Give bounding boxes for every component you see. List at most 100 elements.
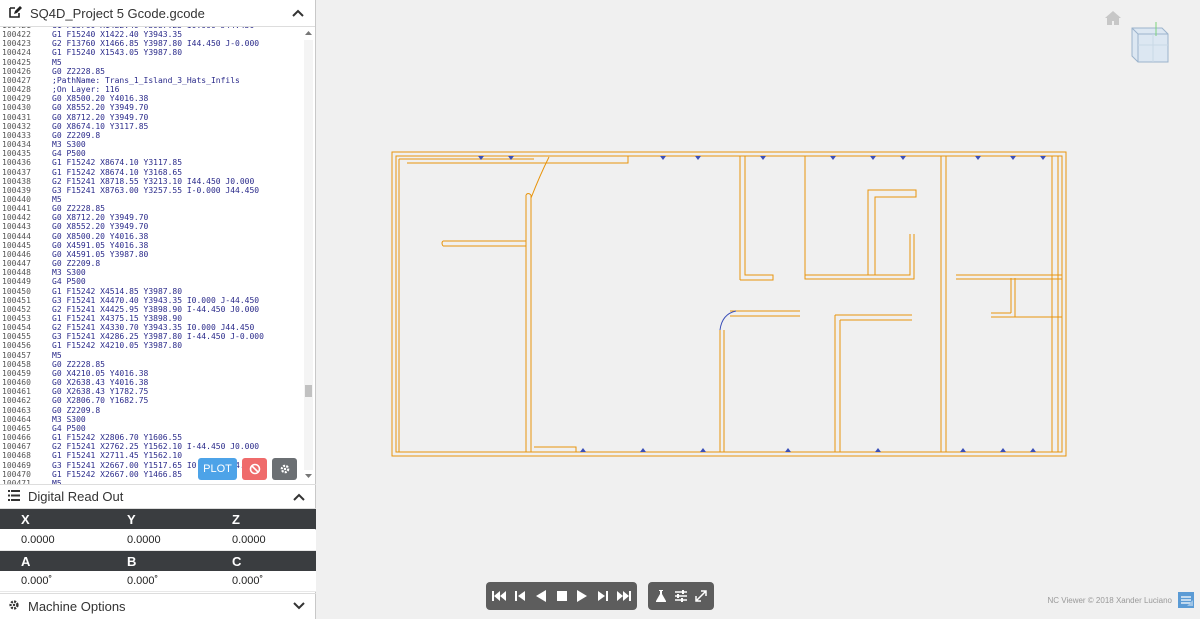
gcode-line[interactable]: 100457 M5 [0,351,300,360]
editor-scrollbar[interactable] [304,30,313,480]
gcode-line[interactable]: 100465 G4 P500 [0,424,300,433]
line-number: 100446 [2,249,31,259]
gcode-editor[interactable]: 100421G1 F13760 X1422.40 Y3987.25 I0.000… [0,27,316,484]
document-icon[interactable] [1178,592,1194,613]
line-code: G0 X8500.20 Y4016.38 [52,94,149,104]
chevron-up-icon[interactable] [290,488,308,506]
gcode-line[interactable]: 100437 G1 F15242 X8674.10 Y3168.65 [0,168,300,177]
dro-title: Digital Read Out [28,489,124,504]
scrollbar-thumb[interactable] [305,385,312,397]
gcode-line[interactable]: 100452 G2 F15241 X4425.95 Y3898.90 I-44.4… [0,305,300,314]
line-number: 100467 [2,442,31,452]
expand-icon[interactable] [691,585,711,607]
axis-label-z: Z [232,511,240,527]
line-code: G0 X4591.05 Y4016.38 [52,240,149,250]
gcode-line[interactable]: 100429 G0 X8500.20 Y4016.38 [0,94,300,103]
line-code: G2 F15241 X4425.95 Y3898.90 I-44.450 J0.… [52,304,260,314]
gcode-line[interactable]: 100455 G3 F15241 X4286.25 Y3987.80 I-44.4… [0,332,300,341]
gcode-line[interactable]: 100434 M3 S300 [0,140,300,149]
gcode-line[interactable]: 100430 G0 X8552.20 Y3949.70 [0,103,300,112]
gcode-line[interactable]: 100426 G0 Z2228.85 [0,67,300,76]
skip-end-icon[interactable] [613,585,634,607]
sliders-icon[interactable] [671,585,691,607]
stop-icon[interactable] [551,585,572,607]
gcode-line[interactable]: 100438 G2 F15241 X8718.55 Y3213.10 I44.45… [0,177,300,186]
line-number: 100440 [2,194,31,204]
gcode-line[interactable]: 100443 G0 X8552.20 Y3949.70 [0,222,300,231]
gcode-line[interactable]: 100425 M5 [0,58,300,67]
gcode-line[interactable]: 100445 G0 X4591.05 Y4016.38 [0,241,300,250]
gcode-line[interactable]: 100444 G0 X8500.20 Y4016.38 [0,232,300,241]
gcode-line[interactable]: 100458 G0 Z2228.85 [0,360,300,369]
gcode-line[interactable]: 100441 G0 Z2228.85 [0,204,300,213]
gcode-line[interactable]: 100423 G2 F13760 X1466.85 Y3987.80 I44.45… [0,39,300,48]
dro-axis-header-abc: A B C [0,551,316,571]
toolpath-viewer[interactable]: NC Viewer © 2018 Xander Luciano [316,0,1200,619]
play-icon[interactable] [572,585,593,607]
gcode-line[interactable]: 100460 G0 X2638.43 Y4016.38 [0,378,300,387]
line-code: G0 X2638.43 Y1782.75 [52,387,149,397]
gcode-line[interactable]: 100432 G0 X8674.10 Y3117.85 [0,122,300,131]
gcode-line[interactable]: 100428 ;On Layer: 116 [0,85,300,94]
home-icon[interactable] [1104,10,1122,31]
gcode-line[interactable]: 100442 G0 X8712.20 Y3949.70 [0,213,300,222]
stop-button[interactable] [242,458,267,480]
gcode-line[interactable]: 100436 G1 F15242 X8674.10 Y3117.85 [0,158,300,167]
machine-options-header[interactable]: Machine Options [0,594,316,618]
gcode-line[interactable]: 100447 G0 Z2209.8 [0,259,300,268]
line-number: 100437 [2,167,31,177]
gcode-line[interactable]: 100424 G1 F15240 X1543.05 Y3987.80 [0,48,300,57]
flask-icon[interactable] [651,585,671,607]
gcode-line[interactable]: 100463 G0 Z2209.8 [0,406,300,415]
chevron-up-icon[interactable] [289,4,307,22]
dro-header[interactable]: Digital Read Out [0,484,316,509]
tools-toolbar [648,582,714,610]
dro-values-abc: 0.000˚ 0.000˚ 0.000˚ [0,571,316,592]
gcode-line[interactable]: 100453 G1 F15241 X4375.15 Y3898.90 [0,314,300,323]
gcode-line[interactable]: 100454 G2 F15241 X4330.70 Y3943.35 I0.000… [0,323,300,332]
machine-options-section: Machine Options [0,593,316,618]
gcode-line[interactable]: 100449 G4 P500 [0,277,300,286]
gcode-line[interactable]: 100461 G0 X2638.43 Y1782.75 [0,387,300,396]
line-code: G0 X8500.20 Y4016.38 [52,231,149,241]
line-code: G2 F15241 X2762.25 Y1562.10 I-44.450 J0.… [52,442,260,452]
dro-values-xyz: 0.0000 0.0000 0.0000 [0,530,316,551]
gcode-line[interactable]: 100451 G3 F15241 X4470.40 Y3943.35 I0.000… [0,296,300,305]
gcode-line[interactable]: 100456 G1 F15242 X4210.05 Y3987.80 [0,341,300,350]
gcode-line[interactable]: 100464 M3 S300 [0,415,300,424]
file-panel-header[interactable]: SQ4D_Project 5 Gcode.gcode [0,0,315,27]
play-reverse-icon[interactable] [530,585,551,607]
gear-icon [280,464,289,474]
gcode-line[interactable]: 100459 G0 X4210.05 Y4016.38 [0,369,300,378]
line-code: G4 P500 [52,277,86,287]
gcode-line[interactable]: 100435 G4 P500 [0,149,300,158]
line-code: G2 F13760 X1466.85 Y3987.80 I44.450 J-0.… [52,39,260,49]
skip-start-icon[interactable] [489,585,510,607]
line-code: G3 F15241 X8763.00 Y3257.55 I-0.000 J44.… [52,185,260,195]
settings-button[interactable] [272,458,297,480]
step-back-icon[interactable] [510,585,531,607]
line-number: 100454 [2,323,31,333]
gcode-line[interactable]: 100448 M3 S300 [0,268,300,277]
gcode-line[interactable]: 100422 G1 F15240 X1422.40 Y3943.35 [0,30,300,39]
toolpath-canvas[interactable] [316,0,1200,619]
gcode-line[interactable]: 100427 ;PathName: Trans_1_Island_3_Hats_I… [0,76,300,85]
line-number: 100469 [2,460,31,470]
gcode-line[interactable]: 100431 G0 X8712.20 Y3949.70 [0,113,300,122]
chevron-down-icon[interactable] [290,597,308,615]
plot-button[interactable]: PLOT [198,458,237,480]
gcode-line[interactable]: 100440 M5 [0,195,300,204]
line-code: G0 Z2209.8 [52,130,101,140]
line-number: 100436 [2,158,31,168]
line-code: G3 F15241 X4470.40 Y3943.35 I0.000 J-44.… [52,295,260,305]
gcode-line[interactable]: 100446 G0 X4591.05 Y3987.80 [0,250,300,259]
view-cube-icon[interactable] [1126,22,1172,73]
step-forward-icon[interactable] [593,585,614,607]
line-number: 100435 [2,149,31,159]
gcode-line[interactable]: 100439 G3 F15241 X8763.00 Y3257.55 I-0.00… [0,186,300,195]
gcode-line[interactable]: 100462 G0 X2806.70 Y1682.75 [0,396,300,405]
gcode-line[interactable]: 100450 G1 F15242 X4514.85 Y3987.80 [0,287,300,296]
gcode-line[interactable]: 100467 G2 F15241 X2762.25 Y1562.10 I-44.4… [0,442,300,451]
gcode-line[interactable]: 100466 G1 F15242 X2806.70 Y1606.55 [0,433,300,442]
gcode-line[interactable]: 100433 G0 Z2209.8 [0,131,300,140]
